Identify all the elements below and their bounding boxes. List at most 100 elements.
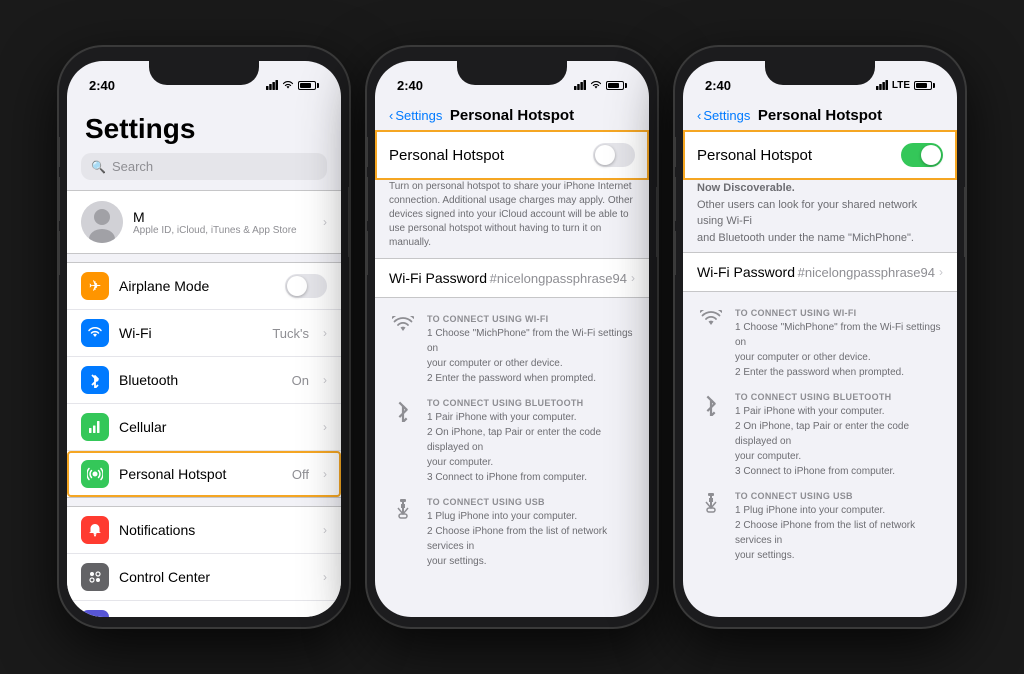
status-icons-2 [574,80,627,90]
connect-bt-text-3: TO CONNECT USING BLUETOOTH 1 Pair iPhone… [735,392,943,479]
connect-usb-row-3: TO CONNECT USING USB 1 Plug iPhone into … [697,491,943,563]
hotspot-main-row-3[interactable]: Personal Hotspot [683,130,957,180]
user-chevron: › [323,215,327,229]
notifications-row[interactable]: Notifications › [67,507,341,554]
settings-title: Settings [67,103,341,153]
notifications-chevron: › [323,523,327,537]
battery-icon-2 [606,81,627,90]
personal-hotspot-row[interactable]: Personal Hotspot Off › [67,451,341,497]
battery-icon-3 [914,81,935,90]
wifi-label: Wi-Fi [119,325,262,341]
connect-section-3: TO CONNECT USING WI-FI 1 Choose "MichPho… [683,300,957,583]
avatar [81,201,123,243]
signal-icon-3 [876,80,888,90]
lte-indicator: LTE [892,80,910,91]
connect-bt-icon-2 [389,398,417,422]
bluetooth-value: On [292,373,309,388]
airplane-mode-icon: ✈ [81,272,109,300]
notch-3 [765,61,875,85]
wifi-icon-2 [590,81,602,90]
cellular-row[interactable]: Cellular › [67,404,341,451]
user-subtitle: Apple ID, iCloud, iTunes & App Store [133,225,313,236]
wifi-value: Tuck's [272,326,309,341]
wifi-password-value-2: #nicelongpassphrase94 [490,271,627,286]
nav-title-2: Personal Hotspot [450,107,574,124]
signal-icon-2 [574,80,586,90]
control-center-label: Control Center [119,569,313,585]
airplane-mode-row[interactable]: ✈ Airplane Mode [67,263,341,310]
bluetooth-label: Bluetooth [119,372,282,388]
notch-2 [457,61,567,85]
cellular-chevron: › [323,420,327,434]
hotspot-label: Personal Hotspot [119,466,282,482]
battery-icon-1 [298,81,319,90]
search-bar[interactable]: 🔍 Search [81,153,327,180]
nav-title-3: Personal Hotspot [758,107,882,124]
user-row[interactable]: M Apple ID, iCloud, iTunes & App Store › [67,190,341,254]
settings-section-1: ✈ Airplane Mode Wi-Fi [67,262,341,498]
connect-wifi-icon-3 [697,308,725,328]
control-center-row[interactable]: Control Center › [67,554,341,601]
nav-back-2[interactable]: ‹ Settings [389,108,442,123]
phones-container: 2:40 [39,27,985,647]
control-center-icon [81,563,109,591]
iphone-2: 2:40 [367,47,657,627]
connect-usb-icon-3 [697,491,725,515]
nav-back-3[interactable]: ‹ Settings [697,108,750,123]
status-time-3: 2:40 [705,78,731,93]
hotspot-value: Off [292,467,309,482]
bluetooth-row[interactable]: Bluetooth On › [67,357,341,404]
airplane-mode-toggle[interactable] [285,274,327,298]
iphone-3: 2:40 LTE [675,47,965,627]
user-info: M Apple ID, iCloud, iTunes & App Store [133,209,313,236]
screen-2: 2:40 [375,61,649,617]
hotspot-desc-2: Turn on personal hotspot to share your i… [375,180,649,258]
cellular-icon [81,413,109,441]
connect-usb-text-3: TO CONNECT USING USB 1 Plug iPhone into … [735,491,943,563]
wifi-password-label-3: Wi-Fi Password [697,264,795,280]
settings-section-2: Notifications › Control Center › [67,506,341,617]
hotspot-toggle-2[interactable] [593,143,635,167]
hotspot-highlight-off: Personal Hotspot [375,130,649,180]
hotspot-chevron: › [323,467,327,481]
nav-bar-3: ‹ Settings Personal Hotspot [683,103,957,130]
wifi-icon-1 [282,81,294,90]
wifi-password-row-3[interactable]: Wi-Fi Password #nicelongpassphrase94 › [683,252,957,292]
dnd-row[interactable]: Do Not Disturb › [67,601,341,617]
search-placeholder: Search [112,159,153,174]
connect-usb-text-2: TO CONNECT USING USB 1 Plug iPhone into … [427,497,635,569]
connect-usb-icon-2 [389,497,417,521]
signal-icon-1 [266,80,278,90]
connect-wifi-text-2: TO CONNECT USING WI-FI 1 Choose "MichPho… [427,314,635,386]
bluetooth-chevron: › [323,373,327,387]
wifi-password-value-3: #nicelongpassphrase94 [798,265,935,280]
connect-section-2: TO CONNECT USING WI-FI 1 Choose "MichPho… [375,306,649,589]
iphone-1: 2:40 [59,47,349,627]
connect-wifi-text-3: TO CONNECT USING WI-FI 1 Choose "MichPho… [735,308,943,380]
hotspot-main-label-2: Personal Hotspot [389,147,504,164]
screen-1: 2:40 [67,61,341,617]
notifications-icon [81,516,109,544]
status-time-1: 2:40 [89,78,115,93]
connect-bt-icon-3 [697,392,725,416]
wifi-row[interactable]: Wi-Fi Tuck's › [67,310,341,357]
hotspot-toggle-3[interactable] [901,143,943,167]
hotspot-main-label-3: Personal Hotspot [697,147,812,164]
connect-bt-text-2: TO CONNECT USING BLUETOOTH 1 Pair iPhone… [427,398,635,485]
hotspot-icon [81,460,109,488]
screen-3: 2:40 LTE [683,61,957,617]
cellular-label: Cellular [119,419,313,435]
wifi-row-icon [81,319,109,347]
bluetooth-icon [81,366,109,394]
nav-bar-2: ‹ Settings Personal Hotspot [375,103,649,130]
hotspot-main-row-2[interactable]: Personal Hotspot [375,130,649,180]
notch-1 [149,61,259,85]
airplane-mode-label: Airplane Mode [119,278,275,294]
status-icons-1 [266,80,319,90]
connect-usb-row-2: TO CONNECT USING USB 1 Plug iPhone into … [389,497,635,569]
hotspot-highlight-on: Personal Hotspot [683,130,957,180]
wifi-password-label-2: Wi-Fi Password [389,270,487,286]
status-time-2: 2:40 [397,78,423,93]
wifi-password-row-2[interactable]: Wi-Fi Password #nicelongpassphrase94 › [375,258,649,298]
status-icons-3: LTE [876,80,935,91]
